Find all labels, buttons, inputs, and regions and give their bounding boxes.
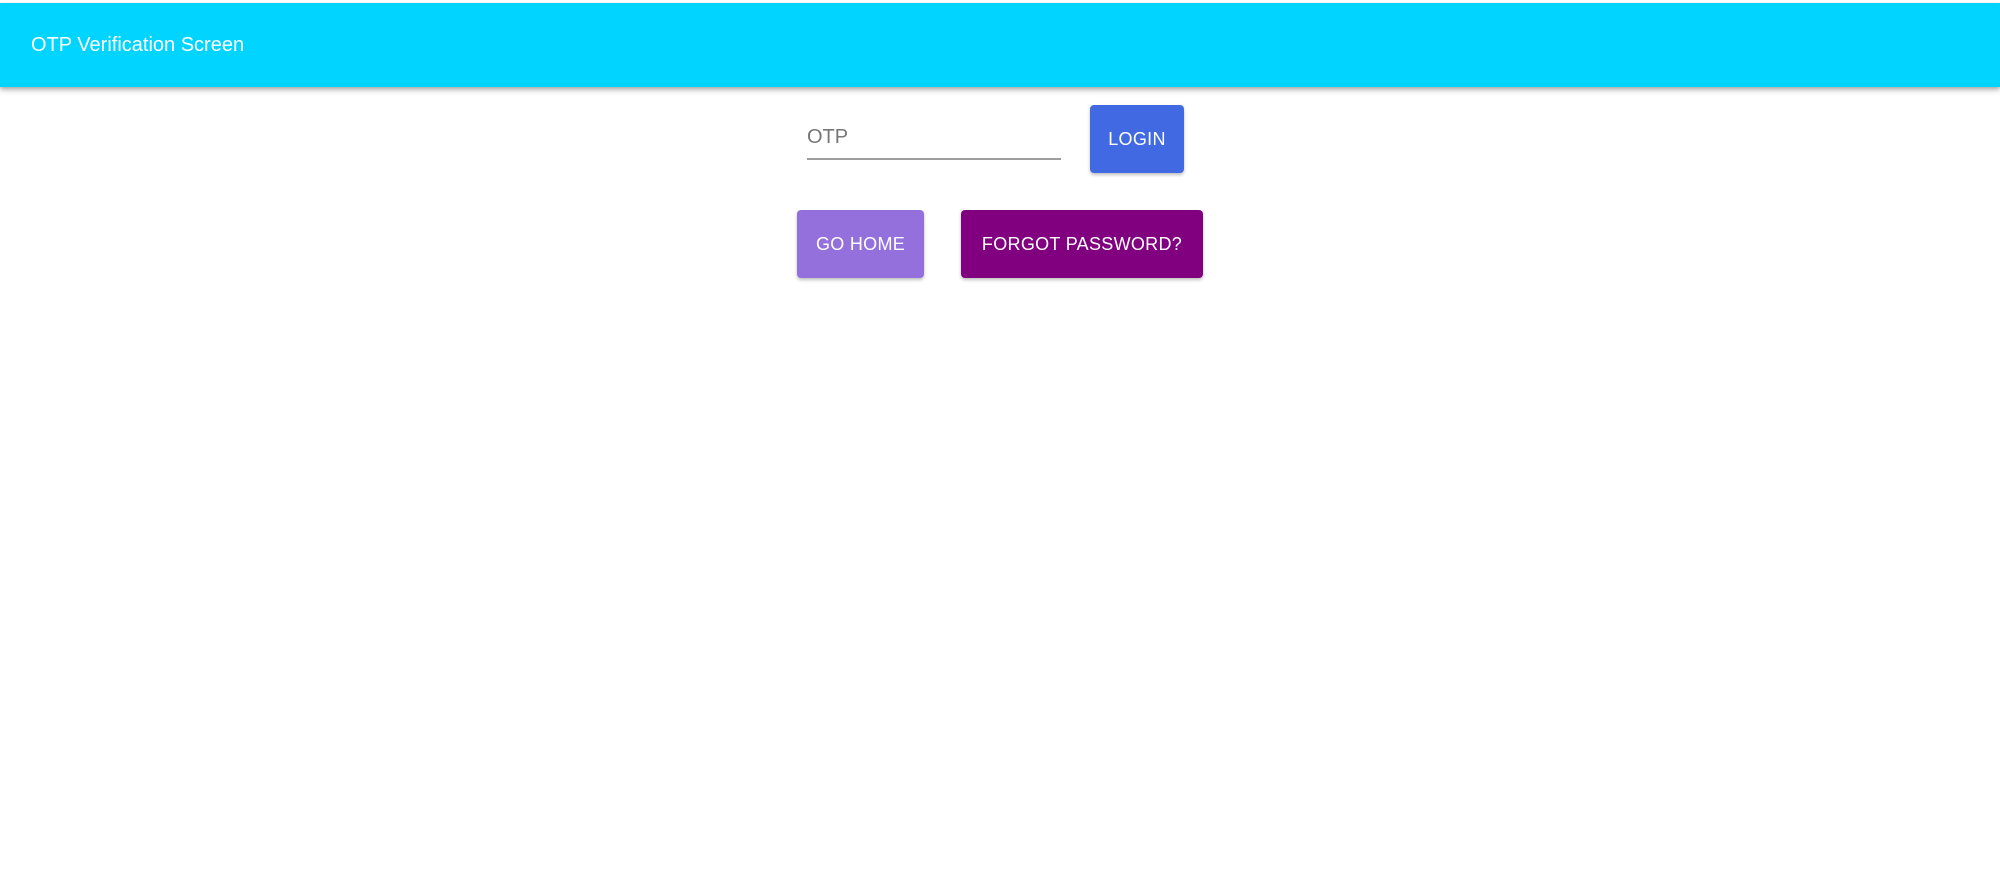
page-title: OTP Verification Screen: [31, 33, 245, 56]
go-home-button[interactable]: GO HOME: [797, 210, 924, 278]
login-button[interactable]: LOGIN: [1090, 105, 1184, 173]
otp-field: [807, 118, 1061, 160]
forgot-password-button[interactable]: FORGOT PASSWORD?: [961, 210, 1203, 278]
otp-input[interactable]: [807, 118, 1061, 156]
app-bar: OTP Verification Screen: [0, 3, 2000, 87]
